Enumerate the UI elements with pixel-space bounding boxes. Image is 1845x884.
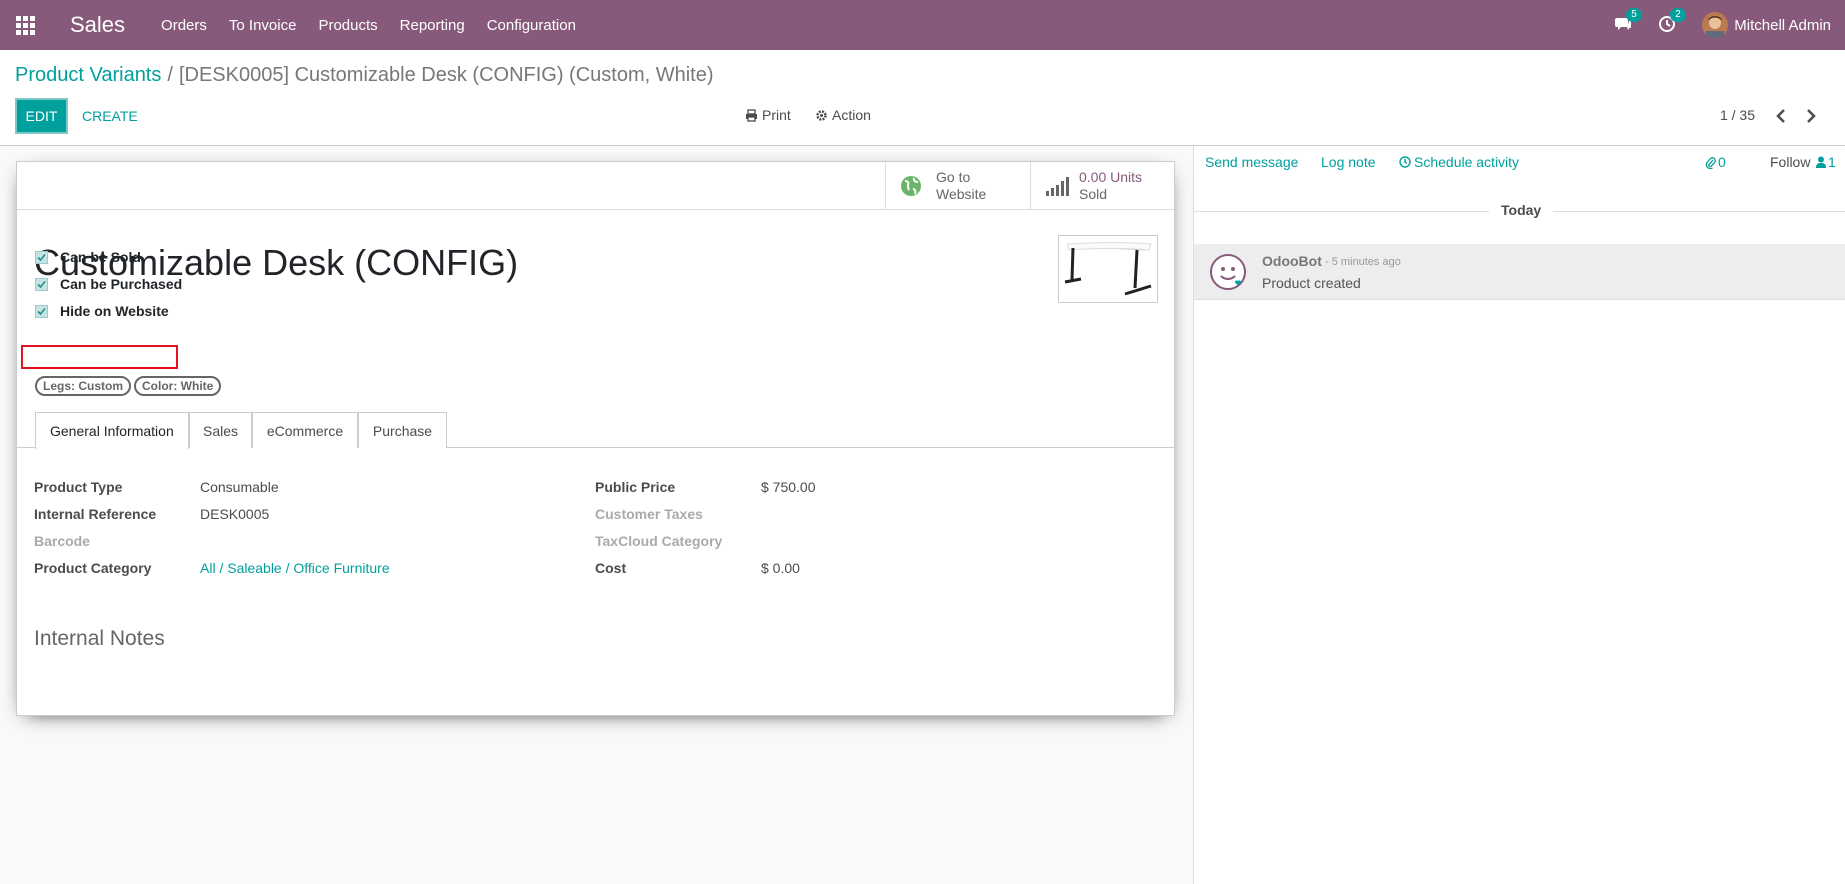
value-cost: $ 0.00 <box>761 560 800 576</box>
menu-products[interactable]: Products <box>318 17 377 34</box>
units-sold-label: Sold <box>1079 185 1108 202</box>
units-sold-button[interactable]: 0.00 Units Sold <box>1030 162 1174 209</box>
clock-icon <box>1399 156 1411 168</box>
avatar <box>1702 12 1729 38</box>
message-time: - 5 minutes ago <box>1325 256 1401 268</box>
apps-menu-icon[interactable] <box>0 0 50 50</box>
print-icon <box>745 108 758 122</box>
followers-button[interactable]: 1 <box>1816 154 1836 170</box>
tab-purchase[interactable]: Purchase <box>358 412 447 448</box>
checkbox-label: Can be Sold <box>60 249 141 265</box>
activities-icon[interactable]: 2 <box>1658 8 1686 35</box>
messages-badge: 5 <box>1626 8 1642 22</box>
notebook-tabs: General Information Sales eCommerce Purc… <box>17 412 1174 449</box>
signal-icon <box>1045 175 1071 197</box>
action-button[interactable]: Action <box>815 107 871 123</box>
chatter-panel: Send message Log note Schedule activity … <box>1193 146 1845 884</box>
go-to-website-button[interactable]: Go to Website <box>885 162 1030 209</box>
action-label: Action <box>832 107 871 123</box>
print-label: Print <box>762 107 791 123</box>
label-product-category: Product Category <box>34 560 152 576</box>
internal-notes-title: Internal Notes <box>34 627 165 650</box>
label-taxcloud-category: TaxCloud Category <box>595 533 723 549</box>
checkbox-hide-on-website[interactable]: Hide on Website <box>35 303 169 319</box>
attachments-count: 0 <box>1718 154 1726 170</box>
date-label: Today <box>1489 202 1554 218</box>
label-public-price: Public Price <box>595 479 676 495</box>
schedule-activity-button[interactable]: Schedule activity <box>1399 154 1519 170</box>
breadcrumb-parent[interactable]: Product Variants <box>15 64 161 86</box>
breadcrumb-separator: / <box>167 64 173 86</box>
menu-to-invoice[interactable]: To Invoice <box>229 17 297 34</box>
highlight-box <box>21 345 178 369</box>
checkbox-icon[interactable] <box>35 250 48 264</box>
paperclip-icon <box>1705 156 1716 169</box>
label-internal-reference: Internal Reference <box>34 506 157 522</box>
edit-button[interactable]: EDIT <box>15 98 68 134</box>
breadcrumb-current: [DESK0005] Customizable Desk (CONFIG) (C… <box>178 64 714 86</box>
units-sold-value: 0.00 Units <box>1079 168 1143 185</box>
label-cost: Cost <box>595 560 627 576</box>
checkbox-can-be-purchased[interactable]: Can be Purchased <box>35 276 182 292</box>
pager-value[interactable]: 1 / 35 <box>1720 107 1755 123</box>
create-button[interactable]: CREATE <box>82 108 138 124</box>
label-customer-taxes: Customer Taxes <box>595 506 703 522</box>
follow-button[interactable]: Follow <box>1770 154 1810 170</box>
checkbox-icon[interactable] <box>35 304 48 318</box>
variant-tags: Legs: Custom Color: White <box>35 376 224 396</box>
control-panel: Product Variants / [DESK0005] Customizable… <box>0 50 1845 146</box>
value-product-category[interactable]: All / Saleable / Office Furniture <box>200 560 390 576</box>
main-menu: Orders To Invoice Products Reporting Con… <box>161 17 598 34</box>
user-menu[interactable]: Mitchell Admin <box>1702 12 1831 38</box>
value-internal-reference: DESK0005 <box>200 506 270 522</box>
checkbox-label: Can be Purchased <box>60 276 183 292</box>
top-navbar: Sales Orders To Invoice Products Reporti… <box>0 0 1845 50</box>
menu-orders[interactable]: Orders <box>161 17 207 34</box>
tag-color: Color: White <box>134 376 222 396</box>
pager-next-icon[interactable] <box>1801 106 1821 126</box>
messages-icon[interactable]: 5 <box>1614 8 1642 35</box>
log-note-button[interactable]: Log note <box>1321 154 1376 170</box>
gear-icon <box>815 109 828 122</box>
menu-configuration[interactable]: Configuration <box>487 17 576 34</box>
tab-sales[interactable]: Sales <box>189 412 252 448</box>
print-button[interactable]: Print <box>745 107 791 123</box>
attachments-button[interactable]: 0 <box>1705 154 1726 170</box>
form-sheet: Go to Website 0.00 Units Sold Customizab… <box>16 161 1175 716</box>
tag-legs: Legs: Custom <box>35 376 132 396</box>
value-public-price: $ 750.00 <box>761 479 816 495</box>
website-line2: Website <box>936 185 987 202</box>
followers-count: 1 <box>1828 154 1836 170</box>
message-author[interactable]: OdooBot <box>1262 253 1322 269</box>
pager-previous-icon[interactable] <box>1771 106 1791 126</box>
tab-general-information[interactable]: General Information <box>35 412 189 449</box>
globe-icon <box>900 175 922 197</box>
user-name: Mitchell Admin <box>1734 16 1831 34</box>
schedule-activity-label: Schedule activity <box>1414 154 1520 170</box>
message-body: Product created <box>1262 275 1361 291</box>
user-icon <box>1816 156 1826 168</box>
website-line1: Go to <box>936 168 971 185</box>
menu-reporting[interactable]: Reporting <box>400 17 465 34</box>
chatter-message: OdooBot - 5 minutes ago Product created <box>1194 244 1845 300</box>
product-image[interactable] <box>1058 235 1158 303</box>
checkbox-icon[interactable] <box>35 277 48 291</box>
send-message-button[interactable]: Send message <box>1205 154 1298 170</box>
value-product-type: Consumable <box>200 479 279 495</box>
button-box: Go to Website 0.00 Units Sold <box>17 162 1174 210</box>
odoobot-avatar <box>1210 254 1246 290</box>
checkbox-can-be-sold[interactable]: Can be Sold <box>35 249 141 265</box>
activities-badge: 2 <box>1670 8 1686 22</box>
checkbox-label: Hide on Website <box>60 303 169 319</box>
tab-ecommerce[interactable]: eCommerce <box>252 412 358 448</box>
label-barcode: Barcode <box>34 533 91 549</box>
app-name[interactable]: Sales <box>70 12 125 38</box>
breadcrumb: Product Variants / [DESK0005] Customizable… <box>15 64 714 87</box>
label-product-type: Product Type <box>34 479 123 495</box>
